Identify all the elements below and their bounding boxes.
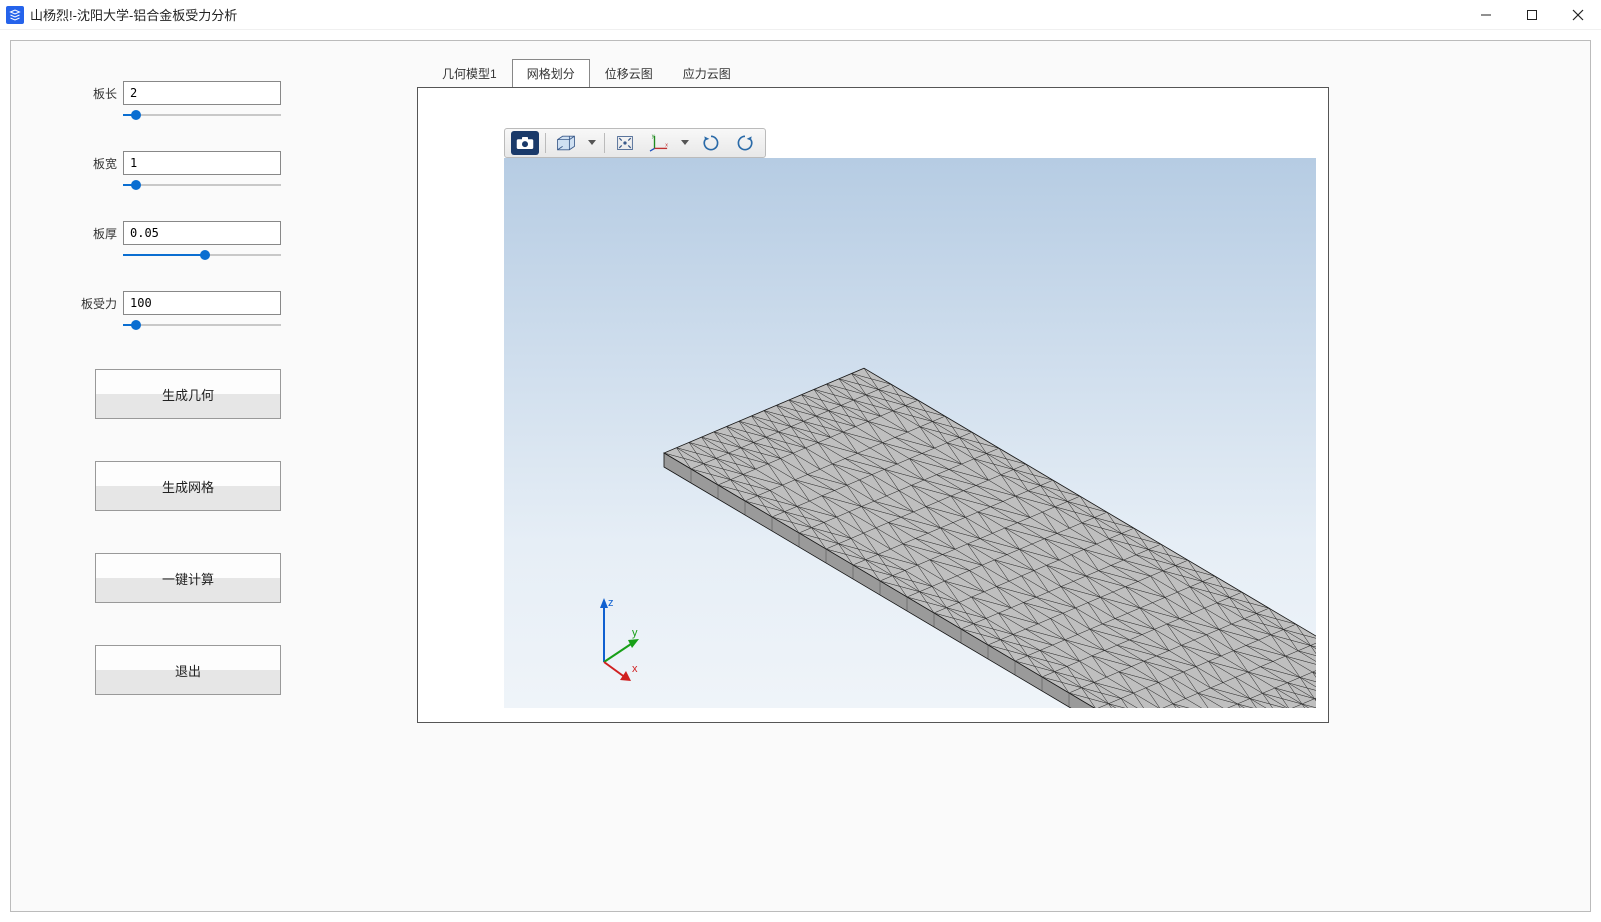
viewer-toolbar: yx [504, 128, 766, 158]
param-thick-slider[interactable] [123, 253, 281, 257]
rotate-ccw-icon[interactable] [697, 131, 725, 155]
viewer-frame: yx z y x [417, 87, 1329, 723]
calculate-button[interactable]: 一键计算 [95, 553, 281, 603]
window-controls [1463, 0, 1601, 30]
main-frame: 板长 板宽 板厚 [10, 40, 1591, 912]
mesh-canvas[interactable]: z y x [504, 158, 1316, 708]
minimize-button[interactable] [1463, 0, 1509, 30]
boundingbox-dropdown[interactable] [586, 140, 598, 146]
param-thick: 板厚 [81, 221, 311, 257]
tab-geometry[interactable]: 几何模型1 [427, 59, 512, 88]
triad-z-label: z [608, 597, 614, 609]
param-force-slider[interactable] [123, 323, 281, 327]
param-length-input[interactable] [123, 81, 281, 105]
triad-x-label: x [632, 663, 638, 675]
param-length-label: 板长 [81, 85, 117, 102]
tab-displacement[interactable]: 位移云图 [590, 59, 668, 88]
camera-icon[interactable] [511, 131, 539, 155]
generate-mesh-button[interactable]: 生成网格 [95, 461, 281, 511]
viewer-area: 几何模型1 网格划分 位移云图 应力云图 yx [417, 59, 1343, 723]
svg-text:x: x [665, 143, 668, 149]
param-width-input[interactable] [123, 151, 281, 175]
param-force: 板受力 [81, 291, 311, 327]
tab-stress[interactable]: 应力云图 [668, 59, 746, 88]
param-length: 板长 [81, 81, 311, 117]
axes-icon[interactable]: yx [645, 131, 673, 155]
param-force-label: 板受力 [81, 295, 117, 312]
param-thick-label: 板厚 [81, 225, 117, 242]
parameter-panel: 板长 板宽 板厚 [81, 81, 311, 737]
titlebar: 山杨烈!-沈阳大学-铝合金板受力分析 [0, 0, 1601, 30]
rotate-cw-icon[interactable] [731, 131, 759, 155]
exit-button[interactable]: 退出 [95, 645, 281, 695]
param-thick-input[interactable] [123, 221, 281, 245]
param-length-slider[interactable] [123, 113, 281, 117]
fit-view-icon[interactable] [611, 131, 639, 155]
param-width-label: 板宽 [81, 155, 117, 172]
param-force-input[interactable] [123, 291, 281, 315]
tab-mesh[interactable]: 网格划分 [512, 59, 590, 88]
boundingbox-icon[interactable] [552, 131, 580, 155]
tabs: 几何模型1 网格划分 位移云图 应力云图 [417, 59, 1343, 87]
app-icon [6, 6, 24, 24]
maximize-button[interactable] [1509, 0, 1555, 30]
svg-text:y: y [652, 134, 655, 140]
window-title: 山杨烈!-沈阳大学-铝合金板受力分析 [30, 5, 237, 24]
close-button[interactable] [1555, 0, 1601, 30]
orientation-triad: z y x [584, 592, 654, 682]
param-width-slider[interactable] [123, 183, 281, 187]
generate-geometry-button[interactable]: 生成几何 [95, 369, 281, 419]
axes-dropdown[interactable] [679, 140, 691, 146]
triad-y-label: y [632, 627, 638, 639]
param-width: 板宽 [81, 151, 311, 187]
